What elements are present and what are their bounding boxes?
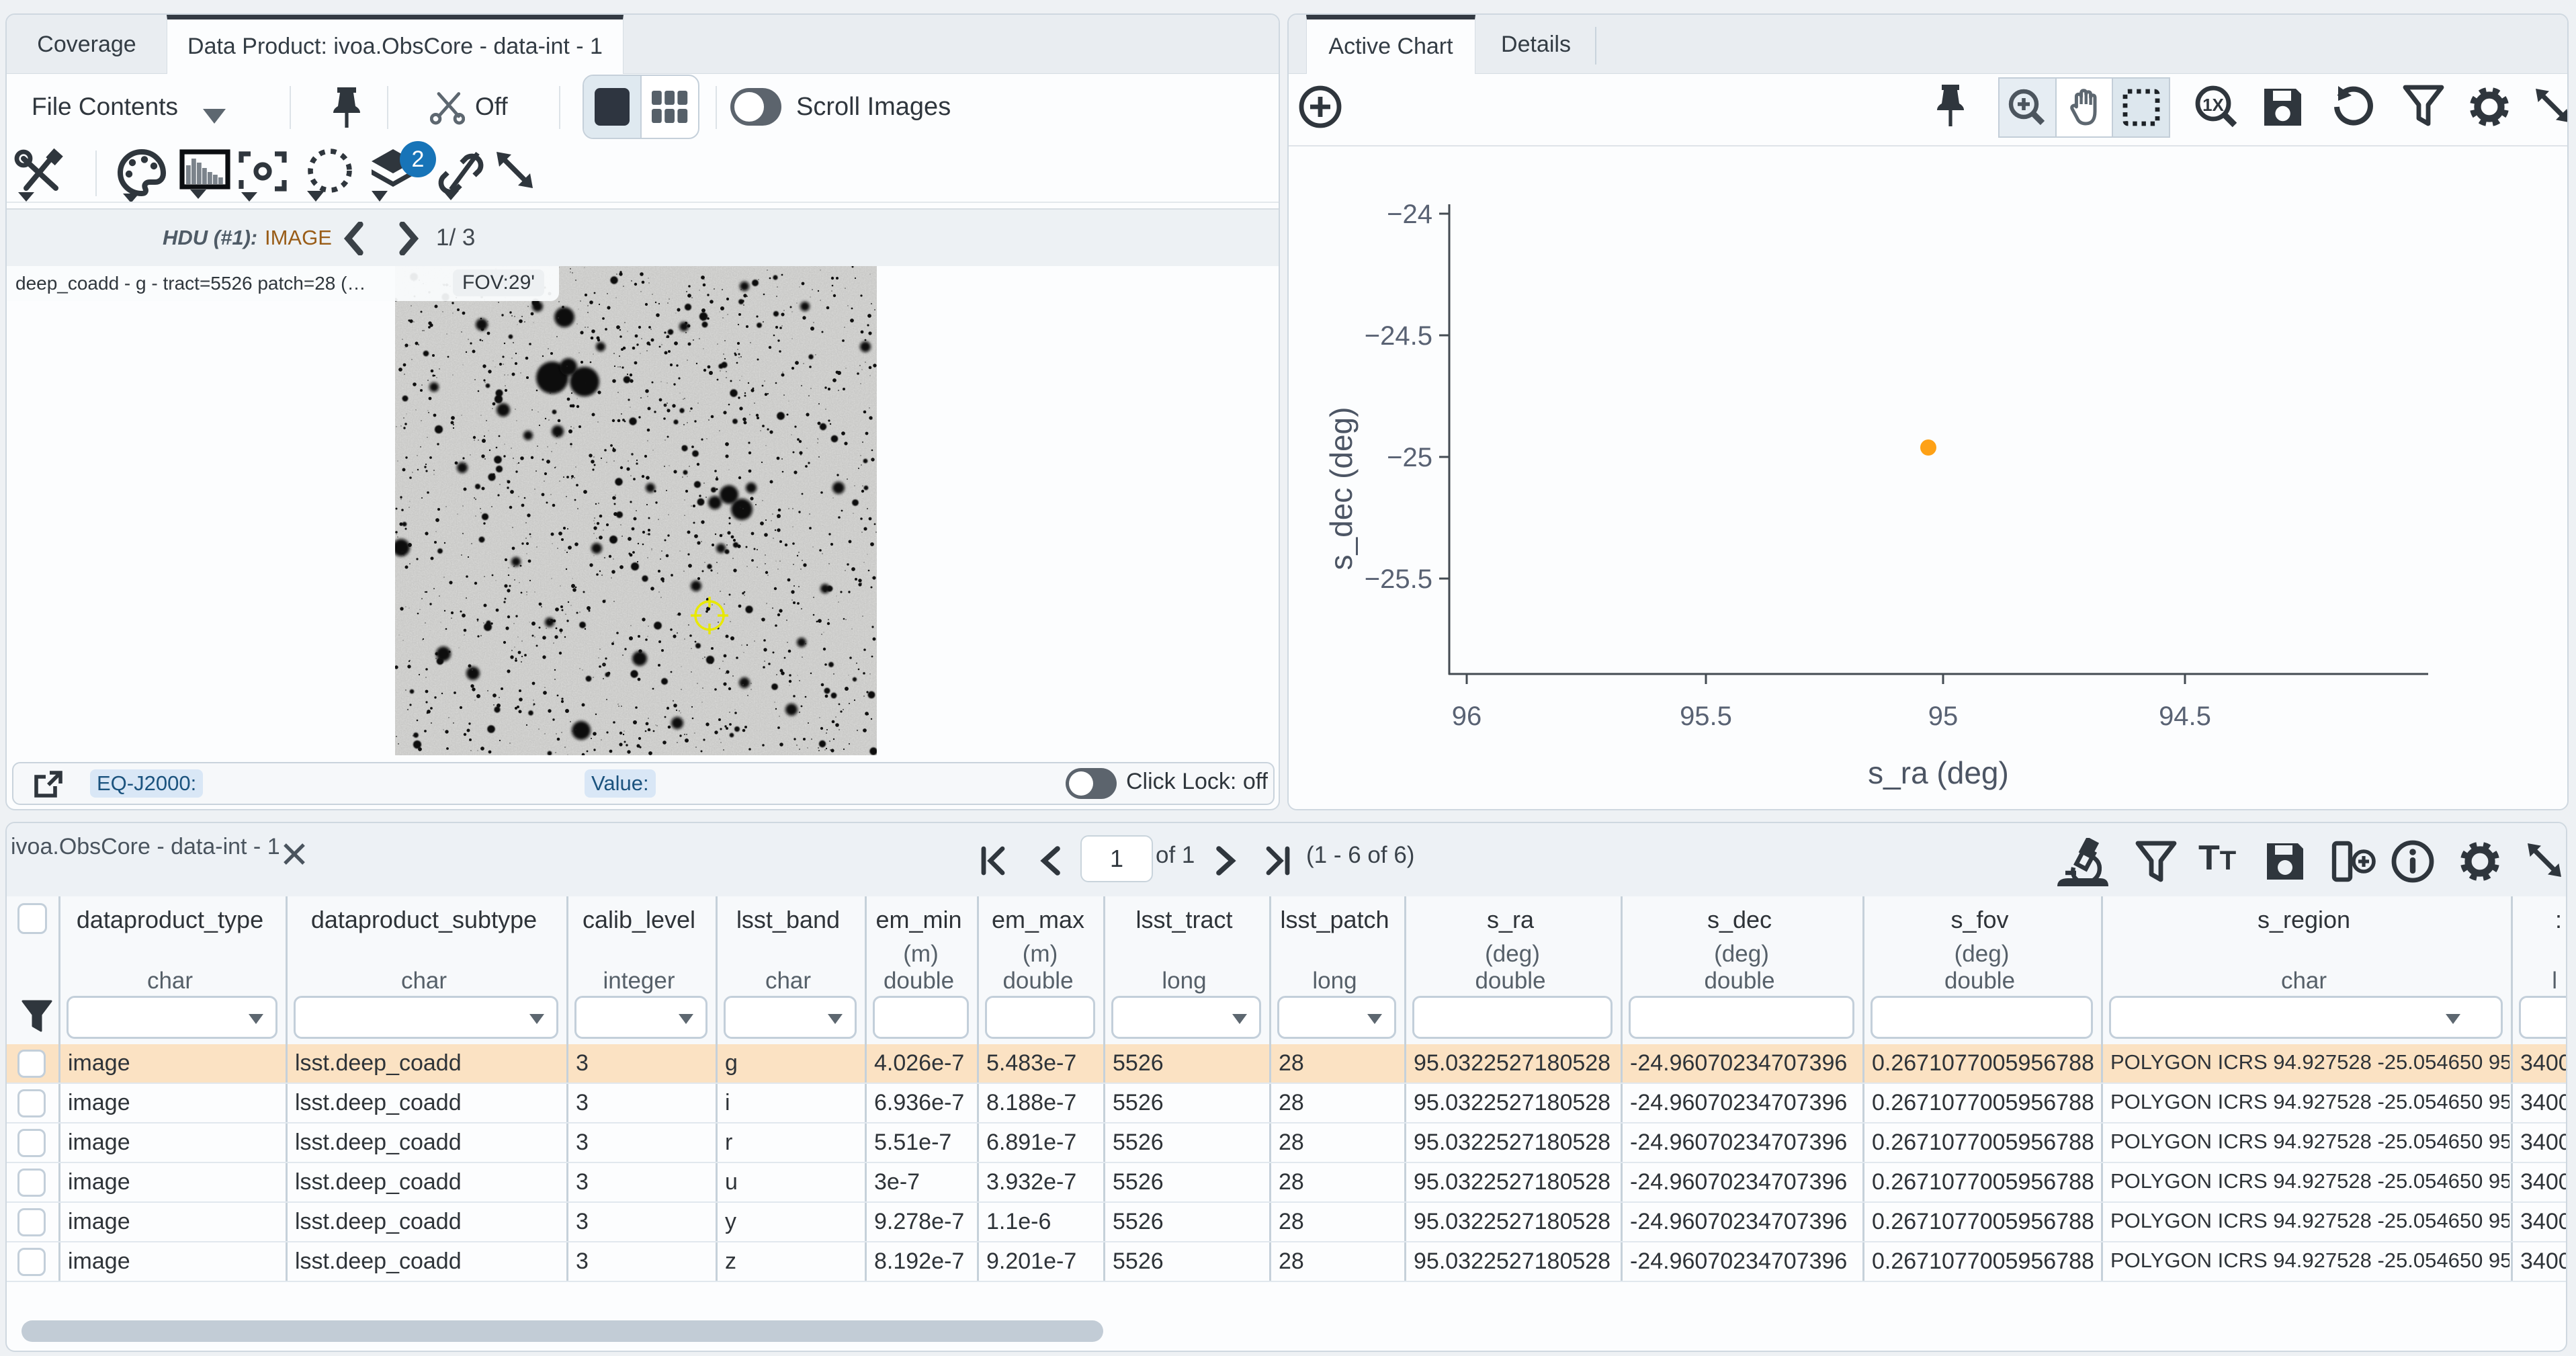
svg-text:1X: 1X	[2202, 95, 2224, 115]
svg-text:s_dec (deg): s_dec (deg)	[1324, 407, 1359, 570]
svg-text:94.5: 94.5	[2159, 702, 2211, 731]
svg-text:96: 96	[1452, 702, 1482, 731]
svg-text:95: 95	[1928, 702, 1959, 731]
svg-text:95.5: 95.5	[1680, 702, 1732, 731]
svg-text:−24: −24	[1387, 200, 1432, 229]
svg-text:−25.5: −25.5	[1365, 564, 1432, 594]
svg-text:−25: −25	[1387, 443, 1432, 472]
svg-text:−24.5: −24.5	[1365, 321, 1432, 351]
svg-text:s_ra (deg): s_ra (deg)	[1868, 755, 2009, 790]
